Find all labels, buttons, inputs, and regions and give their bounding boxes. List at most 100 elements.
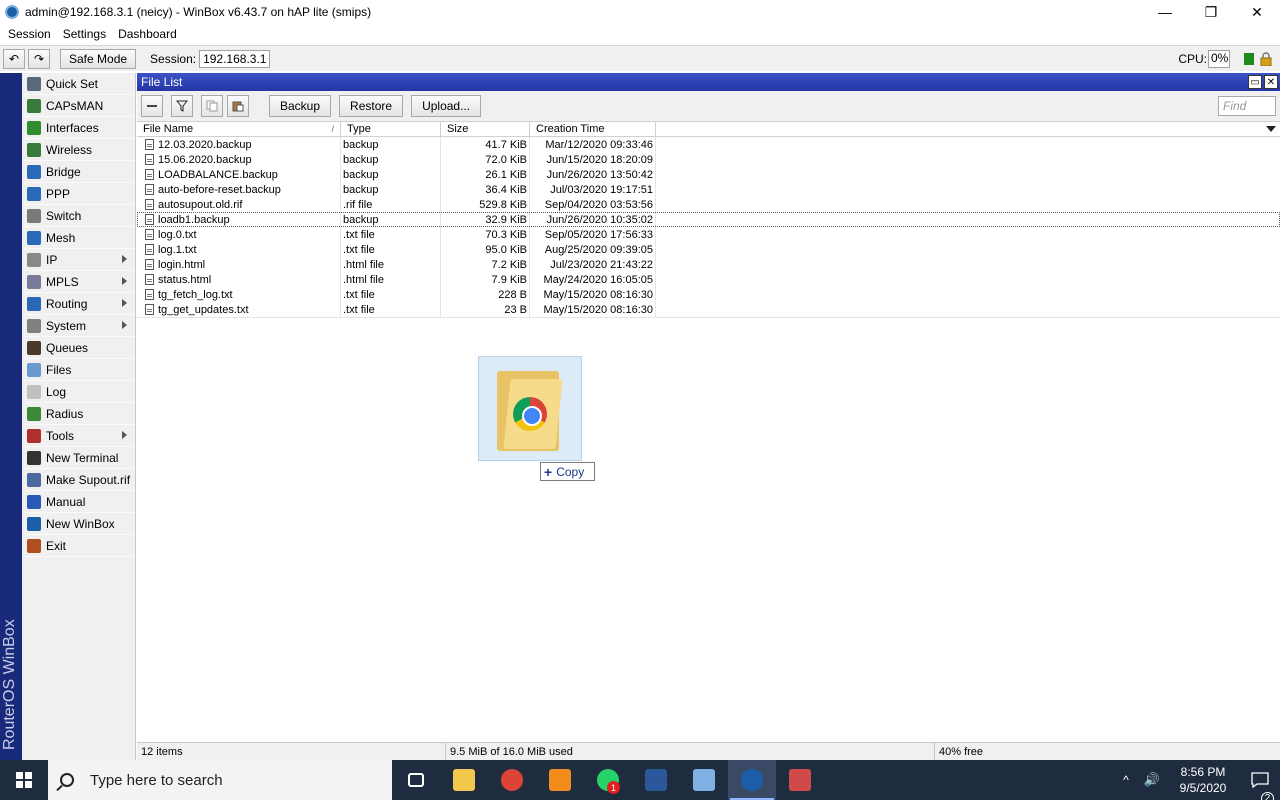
table-row[interactable]: log.0.txt .txt file 70.3 KiB Sep/05/2020 17… — [137, 227, 1280, 242]
sidebar-item-manual[interactable]: Manual — [22, 491, 135, 513]
notification-center-button[interactable]: 2 — [1240, 772, 1280, 800]
file-icon — [145, 259, 154, 270]
sidebar-item-wireless[interactable]: Wireless — [22, 139, 135, 161]
cell-type: .txt file — [341, 227, 441, 242]
sidebar-item-capsman[interactable]: CAPsMAN — [22, 95, 135, 117]
menu-session[interactable]: Session — [2, 27, 57, 41]
vlc-taskbar-button[interactable] — [536, 760, 584, 800]
safe-mode-button[interactable]: Safe Mode — [60, 48, 137, 69]
submenu-arrow-icon — [122, 321, 127, 329]
sidebar-item-tools[interactable]: Tools — [22, 425, 135, 447]
maximize-button[interactable]: ❐ — [1188, 0, 1234, 24]
sidebar-item-switch[interactable]: Switch — [22, 205, 135, 227]
sidebar-item-queues[interactable]: Queues — [22, 337, 135, 359]
cell-creation-time: Sep/05/2020 17:56:33 — [530, 227, 656, 242]
column-type[interactable]: Type — [341, 122, 441, 136]
whatsapp-taskbar-button[interactable]: 1 — [584, 760, 632, 800]
clock[interactable]: 8:56 PM 9/5/2020 — [1166, 764, 1240, 796]
sidebar-item-ppp[interactable]: PPP — [22, 183, 135, 205]
supout-icon — [27, 472, 41, 487]
table-row[interactable]: 12.03.2020.backup backup 41.7 KiB Mar/12/20… — [137, 137, 1280, 152]
speaker-icon[interactable]: 🔊 — [1138, 772, 1166, 788]
taskbar-search-box[interactable]: Type here to search — [48, 760, 392, 800]
upload-button[interactable]: Upload... — [411, 95, 482, 117]
sidebar-item-log[interactable]: Log — [22, 381, 135, 403]
task-view-taskbar-button[interactable] — [392, 760, 440, 800]
sidebar-item-bridge[interactable]: Bridge — [22, 161, 135, 183]
sidebar-item-new-terminal[interactable]: New Terminal — [22, 447, 135, 469]
restore-button[interactable]: Restore — [339, 95, 404, 117]
table-row[interactable]: tg_get_updates.txt .txt file 23 B May/15/20… — [137, 302, 1280, 317]
column-creation-time[interactable]: Creation Time — [530, 122, 656, 136]
start-button[interactable] — [0, 760, 48, 800]
file-name-text: login.html — [158, 258, 206, 271]
snipping-tool-taskbar-button[interactable] — [776, 760, 824, 800]
redo-button[interactable]: ↷ — [28, 48, 50, 69]
table-row[interactable]: auto-before-reset.backup backup 36.4 KiB Ju… — [137, 182, 1280, 197]
minimize-button[interactable]: — — [1142, 0, 1188, 24]
undo-button[interactable]: ↶ — [3, 48, 25, 69]
menu-settings[interactable]: Settings — [57, 27, 112, 41]
table-row[interactable]: status.html .html file 7.9 KiB May/24/2020 … — [137, 272, 1280, 287]
close-window-icon[interactable]: ✕ — [1264, 75, 1278, 89]
file-explorer-taskbar-button[interactable] — [440, 760, 488, 800]
sidebar-item-exit[interactable]: Exit — [22, 535, 135, 557]
column-menu-dropdown-icon[interactable] — [1266, 126, 1276, 132]
winbox-taskbar-taskbar-button[interactable] — [728, 760, 776, 800]
sidebar-item-interfaces[interactable]: Interfaces — [22, 117, 135, 139]
find-input[interactable]: Find — [1218, 96, 1276, 116]
table-row[interactable]: autosupout.old.rif .rif file 529.8 KiB Sep/… — [137, 197, 1280, 212]
sidebar-item-mpls[interactable]: MPLS — [22, 271, 135, 293]
table-row[interactable]: log.1.txt .txt file 95.0 KiB Aug/25/2020 09… — [137, 242, 1280, 257]
sidebar-item-label: Exit — [46, 538, 67, 553]
sidebar-item-radius[interactable]: Radius — [22, 403, 135, 425]
lock-icon[interactable] — [1260, 52, 1272, 66]
remove-button[interactable] — [141, 95, 163, 117]
file-icon — [145, 154, 154, 165]
sidebar-item-label: New Terminal — [46, 450, 119, 465]
sidebar-item-system[interactable]: System — [22, 315, 135, 337]
copy-button[interactable] — [201, 95, 223, 117]
submenu-arrow-icon — [122, 431, 127, 439]
table-row[interactable]: 15.06.2020.backup backup 72.0 KiB Jun/15/20… — [137, 152, 1280, 167]
file-icon — [145, 214, 154, 225]
column-file-name[interactable]: File Name / — [137, 122, 341, 136]
cell-file-name: loadb1.backup — [137, 212, 341, 227]
chrome-file-icon — [513, 397, 547, 431]
cell-type: .html file — [341, 272, 441, 287]
paste-button[interactable] — [227, 95, 249, 117]
cell-type: .rif file — [341, 197, 441, 212]
sidebar-item-files[interactable]: Files — [22, 359, 135, 381]
copy-label: Copy — [556, 464, 585, 479]
sidebar-item-ip[interactable]: IP — [22, 249, 135, 271]
quick-set-icon — [27, 76, 41, 91]
sidebar-item-make-supout-rif[interactable]: Make Supout.rif — [22, 469, 135, 491]
session-label: Session: — [150, 51, 197, 66]
sidebar-item-mesh[interactable]: Mesh — [22, 227, 135, 249]
sidebar-item-routing[interactable]: Routing — [22, 293, 135, 315]
chevron-up-icon[interactable]: ^ — [1114, 773, 1138, 787]
paint-taskbar-button[interactable] — [680, 760, 728, 800]
table-row[interactable]: LOADBALANCE.backup backup 26.1 KiB Jun/26/2… — [137, 167, 1280, 182]
bridge-icon — [27, 164, 41, 179]
menu-dashboard[interactable]: Dashboard — [112, 27, 183, 41]
sidebar-item-quick-set[interactable]: Quick Set — [22, 73, 135, 95]
session-field[interactable]: 192.168.3.1 — [199, 49, 271, 68]
table-row[interactable]: tg_fetch_log.txt .txt file 228 B May/15/202… — [137, 287, 1280, 302]
column-size[interactable]: Size — [441, 122, 530, 136]
close-button[interactable]: ✕ — [1234, 0, 1280, 24]
word-taskbar-button[interactable] — [632, 760, 680, 800]
table-row[interactable]: login.html .html file 7.2 KiB Jul/23/2020 2… — [137, 257, 1280, 272]
table-row[interactable]: loadb1.backup backup 32.9 KiB Jun/26/2020 1… — [137, 212, 1280, 227]
sidebar-item-new-winbox[interactable]: New WinBox — [22, 513, 135, 535]
wireless-icon — [27, 142, 41, 157]
chrome-taskbar-button[interactable] — [488, 760, 536, 800]
restore-window-icon[interactable]: ▭ — [1248, 75, 1262, 89]
backup-button[interactable]: Backup — [269, 95, 332, 117]
windows-logo-icon — [16, 772, 32, 788]
system-tray: ^ 🔊 8:56 PM 9/5/2020 2 — [1114, 760, 1280, 800]
cell-creation-time: May/15/2020 08:16:30 — [530, 302, 656, 317]
filter-button[interactable] — [171, 95, 193, 117]
file-name-text: status.html — [158, 273, 212, 286]
cell-creation-time: May/24/2020 16:05:05 — [530, 272, 656, 287]
